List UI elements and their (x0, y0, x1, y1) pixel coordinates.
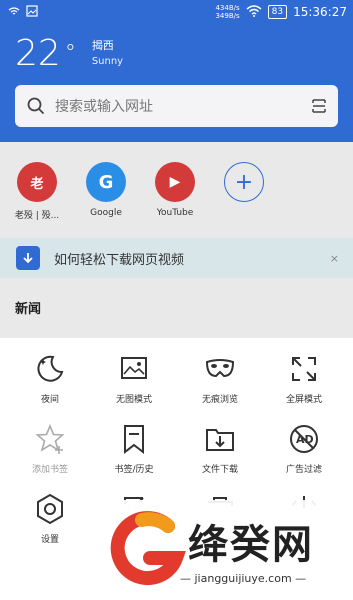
scan-menu-icon[interactable] (312, 99, 326, 113)
city-name: 揭西 (91, 39, 114, 52)
wifi-small-icon (8, 6, 20, 19)
shortcut-label: 老殁 | 殁... (14, 211, 60, 221)
bookmarks-history-button[interactable]: 书签/历史 (90, 422, 178, 475)
ad-block-icon: AD (290, 425, 318, 453)
shortcut-label: YouTube (156, 208, 194, 218)
watermark-logo-icon (110, 511, 186, 586)
settings-button[interactable]: 设置 (6, 492, 94, 545)
menu-label: 无图模式 (115, 395, 152, 405)
shortcut-laoyin[interactable]: 老 老殁 | 殁... (7, 162, 67, 221)
shortcut-google[interactable]: G Google (76, 162, 136, 218)
status-bar: 434B/s 349B/s 83 15:36:27 (0, 0, 353, 26)
fullscreen-button[interactable]: 全屏模式 (260, 352, 348, 405)
status-right: 434B/s 349B/s 83 15:36:27 (215, 4, 347, 20)
laoyin-icon: 老 (17, 162, 57, 202)
star-add-icon (35, 423, 65, 454)
search-bar[interactable]: 搜索或输入网址 (15, 85, 338, 127)
menu-label: 广告过滤 (285, 465, 322, 475)
temperature: 22 ° (15, 33, 76, 74)
weather-widget[interactable]: 22 ° 揭西 Sunny (15, 34, 123, 74)
menu-label: 全屏模式 (285, 395, 322, 405)
ad-filter-button[interactable]: AD 广告过滤 (260, 422, 348, 475)
banner-text: 如何轻松下载网页视频 (54, 252, 185, 268)
weather-info: 揭西 Sunny (92, 38, 123, 70)
menu-label: 无痕浏览 (201, 395, 238, 405)
moon-icon (37, 355, 64, 382)
download-folder-icon (206, 429, 234, 451)
add-shortcut-button[interactable]: + (214, 162, 274, 202)
youtube-icon: ▶ (155, 162, 195, 202)
incognito-button[interactable]: 无痕浏览 (176, 352, 264, 405)
watermark: 绛癸网 — jiangguijiuye.com — (100, 500, 353, 600)
tip-banner[interactable]: 如何轻松下载网页视频 × (0, 238, 353, 278)
menu-label: 书签/历史 (114, 465, 154, 475)
clock: 15:36:27 (293, 5, 347, 19)
google-icon: G (86, 162, 126, 202)
speed-up: 434B/s (215, 4, 240, 12)
menu-label: 添加书签 (31, 465, 68, 475)
file-download-button[interactable]: 文件下载 (176, 422, 264, 475)
home-page-content: 老 老殁 | 殁... G Google ▶ YouTube + 如何轻松下载网… (0, 142, 353, 338)
download-icon (16, 246, 40, 270)
mask-icon (205, 359, 235, 378)
no-image-mode-button[interactable]: 无图模式 (90, 352, 178, 405)
wifi-icon (246, 4, 262, 20)
battery-indicator: 83 (267, 5, 288, 19)
news-heading: 新闻 (15, 302, 42, 317)
watermark-title: 绛癸网 (188, 522, 314, 568)
settings-icon (37, 493, 63, 525)
menu-label: 夜间 (40, 395, 59, 405)
fullscreen-icon (292, 357, 316, 381)
header-area: 434B/s 349B/s 83 15:36:27 22 ° 揭西 Sunny 搜… (0, 0, 353, 142)
bookmark-icon (124, 425, 144, 455)
speed-down: 349B/s (215, 12, 240, 20)
shortcut-label: Google (90, 208, 122, 218)
shortcut-youtube[interactable]: ▶ YouTube (145, 162, 205, 218)
search-icon (27, 97, 45, 115)
shortcut-grid: 老 老殁 | 殁... G Google ▶ YouTube + (0, 162, 353, 232)
image-off-icon (121, 357, 147, 379)
menu-label: 文件下载 (201, 465, 238, 475)
close-banner-icon[interactable]: × (330, 252, 339, 265)
weather-condition: Sunny (91, 56, 124, 67)
watermark-site: — jiangguijiuye.com — (180, 572, 307, 585)
status-left (8, 5, 38, 20)
night-mode-button[interactable]: 夜间 (6, 352, 94, 405)
menu-label: 设置 (40, 535, 59, 545)
add-bookmark-button[interactable]: 添加书签 (6, 422, 94, 475)
plus-icon: + (224, 162, 264, 202)
image-notification-icon (26, 5, 38, 20)
network-speed: 434B/s 349B/s (215, 4, 239, 20)
search-input[interactable]: 搜索或输入网址 (55, 96, 312, 116)
